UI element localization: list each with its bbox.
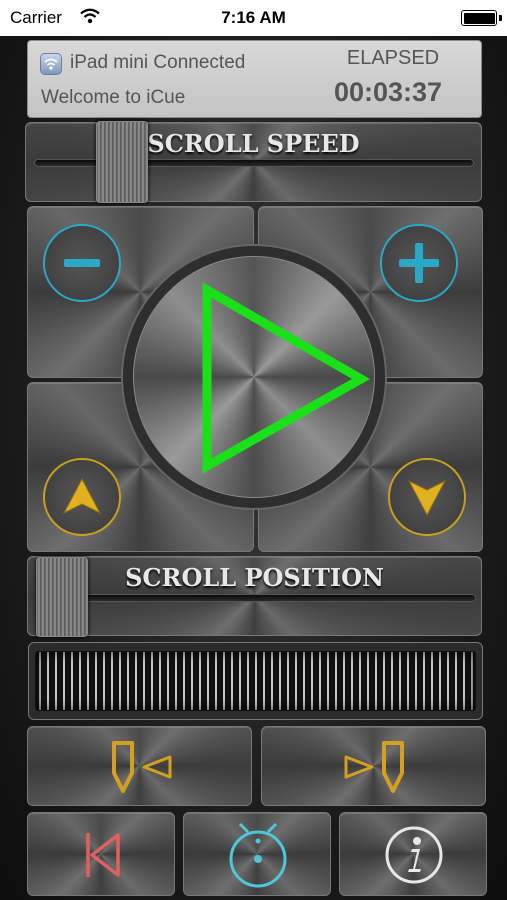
- jog-strip-ridges[interactable]: [35, 651, 476, 711]
- scroll-position-thumb[interactable]: [36, 557, 88, 637]
- battery-tip: [499, 15, 502, 21]
- speed-increase-button[interactable]: [380, 224, 458, 302]
- scroll-up-button[interactable]: [43, 458, 121, 536]
- clock: 7:16 AM: [221, 8, 286, 27]
- timer-button[interactable]: [183, 812, 331, 896]
- play-icon: [202, 282, 371, 474]
- play-button[interactable]: [133, 256, 375, 498]
- battery-icon: [461, 10, 497, 26]
- scroll-position-label: SCROLL POSITION: [125, 563, 384, 592]
- device-connection-icon: [40, 53, 62, 75]
- timer-icon: [229, 822, 287, 888]
- scroll-position-track[interactable]: [36, 594, 476, 602]
- elapsed-time: 00:03:37: [333, 77, 443, 107]
- arrow-up-icon: [62, 477, 102, 515]
- arrow-down-icon: [407, 479, 447, 517]
- minus-icon: [64, 259, 100, 267]
- cue-marker-right-icon: [344, 741, 404, 793]
- skip-to-start-button[interactable]: [27, 812, 175, 896]
- info-icon: [385, 826, 443, 884]
- connection-status: iPad mini Connected: [70, 52, 246, 73]
- connection-info-panel: iPad mini Connected Welcome to iCue ELAP…: [27, 40, 482, 118]
- scroll-speed-label: SCROLL SPEED: [147, 129, 360, 158]
- scroll-down-button[interactable]: [388, 458, 466, 536]
- cue-marker-right-button[interactable]: [261, 726, 486, 806]
- elapsed-label: ELAPSED: [346, 47, 440, 69]
- cue-marker-left-button[interactable]: [27, 726, 252, 806]
- welcome-message: Welcome to iCue: [41, 87, 186, 108]
- scroll-speed-thumb[interactable]: [96, 121, 148, 203]
- scroll-speed-slider[interactable]: SCROLL SPEED: [25, 121, 482, 203]
- plus-icon: [399, 243, 439, 283]
- scroll-jog-strip[interactable]: [28, 642, 483, 720]
- info-button[interactable]: [339, 812, 487, 896]
- status-bar: Carrier 7:16 AM: [0, 0, 507, 36]
- skip-to-start-icon: [86, 833, 120, 877]
- speed-decrease-button[interactable]: [43, 224, 121, 302]
- scroll-position-slider[interactable]: SCROLL POSITION: [27, 556, 482, 637]
- cue-marker-left-icon: [112, 741, 172, 793]
